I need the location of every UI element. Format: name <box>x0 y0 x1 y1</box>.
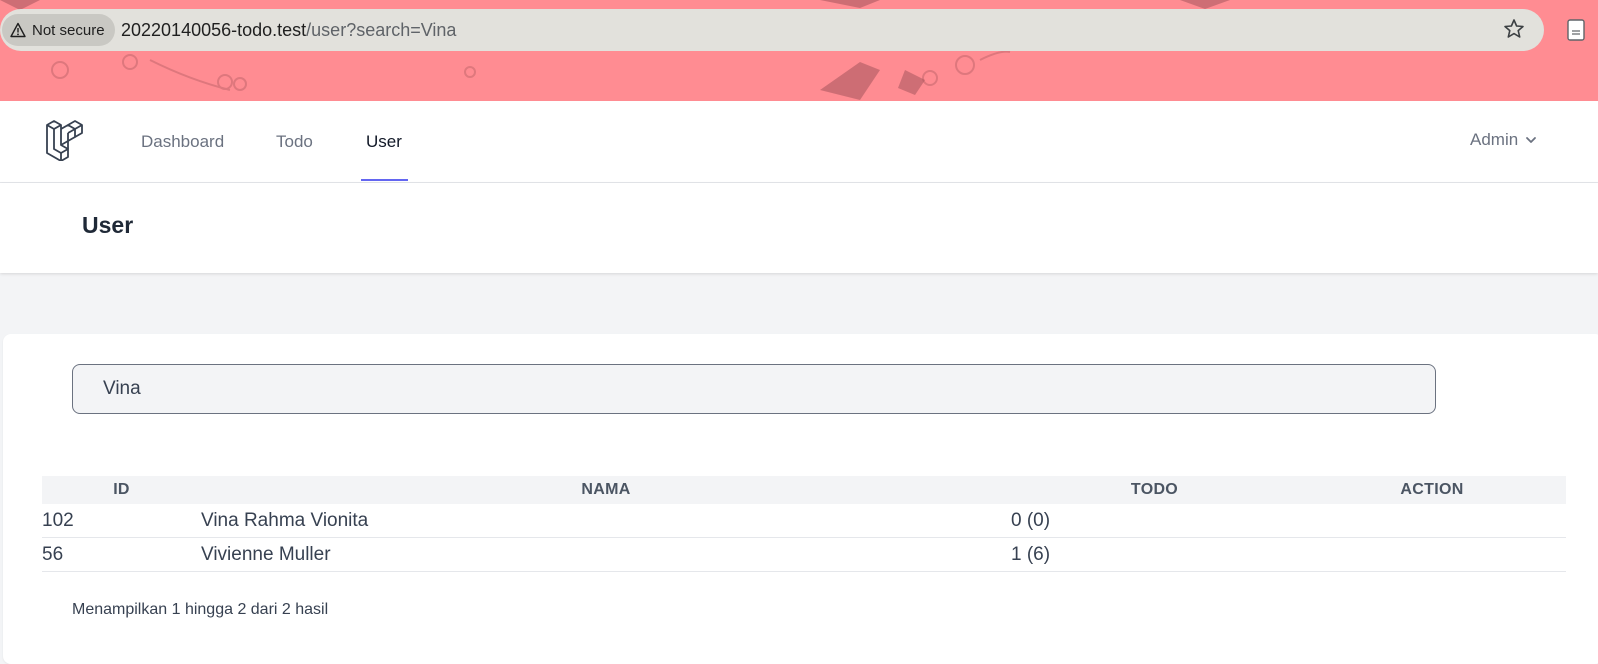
security-label: Not secure <box>32 21 105 39</box>
star-icon[interactable] <box>1502 17 1526 41</box>
page-header: User <box>0 183 1598 273</box>
user-menu-label: Admin <box>1470 130 1519 149</box>
url-text[interactable]: 20220140056-todo.test/user?search=Vina <box>121 20 456 41</box>
cell-id: 56 <box>42 537 201 572</box>
warning-icon <box>10 22 26 38</box>
table-row: 56 Vivienne Muller 1 (6) <box>42 537 1566 572</box>
cell-todo: 0 (0) <box>1011 504 1298 538</box>
nav-link-todo[interactable]: Todo <box>276 132 313 152</box>
cell-id: 102 <box>42 504 201 538</box>
search-input[interactable] <box>72 364 1436 414</box>
browser-toolbar: Not secure 20220140056-todo.test/user?se… <box>0 0 1598 101</box>
table-header-row: ID NAMA TODO ACTION <box>42 476 1566 504</box>
security-chip[interactable]: Not secure <box>2 14 115 46</box>
page-title: User <box>82 212 134 238</box>
nav-link-user[interactable]: User <box>366 132 402 152</box>
column-header-action: ACTION <box>1400 481 1464 498</box>
cell-nama: Vivienne Muller <box>201 537 1011 572</box>
active-nav-indicator <box>361 179 408 181</box>
url-host: 20220140056-todo.test <box>121 20 307 40</box>
user-menu-dropdown[interactable]: Admin <box>1470 130 1538 150</box>
reader-mode-icon[interactable] <box>1566 18 1586 42</box>
laravel-logo-icon[interactable] <box>44 119 86 161</box>
chevron-down-icon <box>1526 137 1537 143</box>
column-header-nama: NAMA <box>581 481 631 498</box>
column-header-id: ID <box>113 481 130 498</box>
nav-link-dashboard[interactable]: Dashboard <box>141 132 224 152</box>
address-bar[interactable]: Not secure 20220140056-todo.test/user?se… <box>0 9 1544 51</box>
pagination-summary: Menampilkan 1 hingga 2 dari 2 hasil <box>72 601 329 618</box>
cell-action <box>1298 537 1566 572</box>
users-card: ID NAMA TODO ACTION 102 Vina Rahma Vioni… <box>3 334 1598 664</box>
cell-nama: Vina Rahma Vionita <box>201 504 1011 538</box>
users-table: ID NAMA TODO ACTION 102 Vina Rahma Vioni… <box>42 476 1566 572</box>
table-row: 102 Vina Rahma Vionita 0 (0) <box>42 504 1566 538</box>
cell-todo: 1 (6) <box>1011 537 1298 572</box>
column-header-todo: TODO <box>1130 481 1179 498</box>
cell-action <box>1298 504 1566 538</box>
app-navbar: Dashboard Todo User Admin <box>0 101 1598 183</box>
url-path: /user?search=Vina <box>306 20 457 40</box>
